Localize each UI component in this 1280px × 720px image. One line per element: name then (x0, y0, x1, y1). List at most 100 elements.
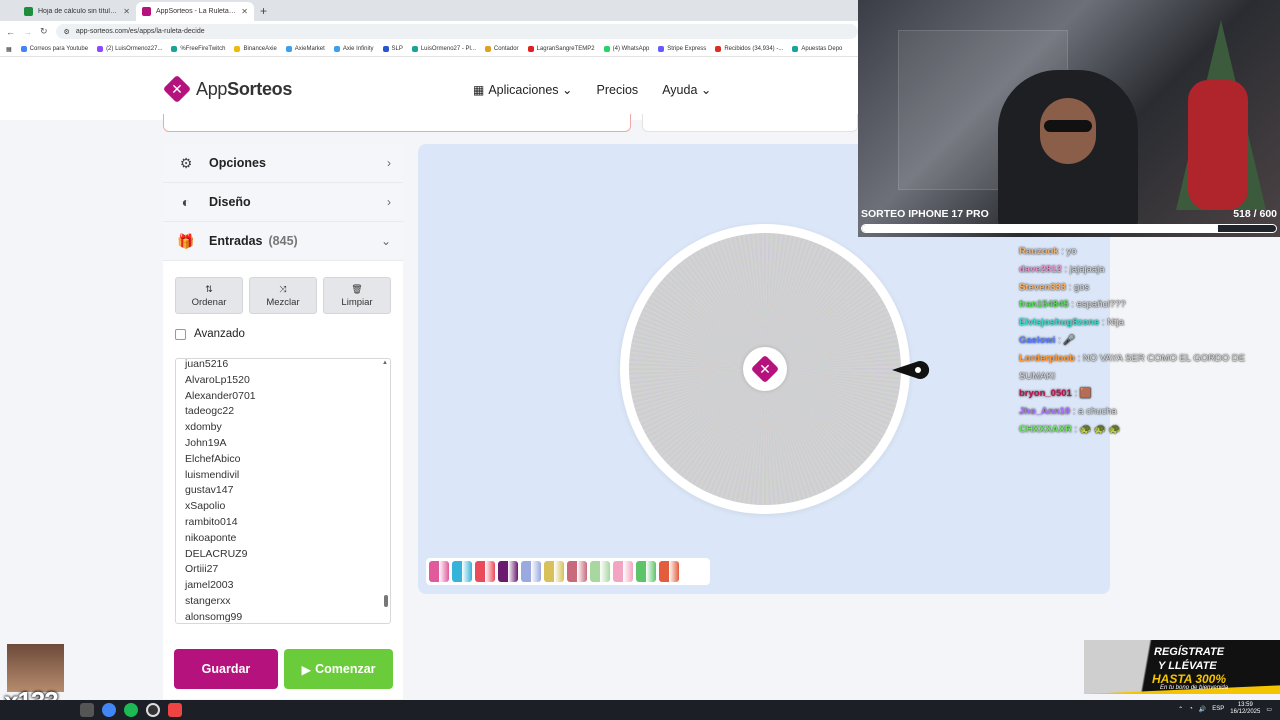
bookmark-item[interactable]: LuisOrmeno27 - Pl... (411, 46, 476, 52)
chat-username: bryon_0501 (1019, 388, 1072, 400)
close-tab-icon[interactable]: ✕ (241, 7, 248, 16)
bookmark-item[interactable]: Axie Infinity (333, 46, 374, 52)
notifications-icon[interactable]: ▭ (1266, 706, 1272, 713)
volume-icon[interactable]: 🔊 (1199, 706, 1206, 713)
forward-icon[interactable]: → (23, 27, 32, 37)
close-tab-icon[interactable]: ✕ (123, 7, 130, 16)
entries-textarea[interactable]: juan5216 AlvaroLp1520 Alexander0701 tadeogc… (175, 358, 391, 624)
sheets-favicon-icon (24, 7, 33, 16)
url-text: app-sorteos.com/es/apps/la-ruleta-decide (75, 28, 205, 35)
entry-item: luismendivil (185, 468, 240, 481)
nav-aplicaciones[interactable]: ▦ Aplicaciones ⌄ (473, 82, 573, 97)
palette-swatch[interactable] (636, 561, 656, 582)
browser-tab-appsorteos[interactable]: AppSorteos - La Ruleta de la Suerte ✕ (136, 2, 254, 21)
app-icon[interactable] (168, 703, 182, 717)
apps-grid-icon[interactable]: ▦ (6, 46, 12, 53)
palette-swatch[interactable] (613, 561, 633, 582)
entries-toolbar: ⇅ Ordenar ⤨ Mezclar 🗑 Limpiar (175, 277, 391, 314)
palette-swatch[interactable] (567, 561, 587, 582)
nav-ayuda[interactable]: Ayuda ⌄ (662, 82, 711, 97)
appsorteos-logo[interactable]: ✕ AppSorteos (162, 74, 292, 104)
bookmark-item[interactable]: (4) WhatsApp (603, 46, 649, 52)
palette-swatch[interactable] (475, 561, 495, 582)
taskbar: ⌃ ◔ 🔊 ESP 13:59 16/12/2025 ▭ (0, 700, 1280, 720)
palette-swatch[interactable] (590, 561, 610, 582)
obs-icon[interactable] (146, 703, 160, 717)
limpiar-button[interactable]: 🗑 Limpiar (323, 277, 391, 314)
entry-item: John19A (185, 436, 227, 449)
language-indicator[interactable]: ESP (1212, 706, 1224, 712)
appsorteos-favicon-icon (142, 7, 151, 16)
site-info-icon[interactable]: ⚙ (64, 28, 70, 36)
avanzado-toggle[interactable]: Avanzado (175, 328, 245, 340)
section-diseno[interactable]: ◐ Diseño › (163, 183, 403, 222)
chat-message: Lorderploob : NO VAYA SER COMO EL GORDO … (1019, 352, 1246, 382)
entry-item: nikoaponte (185, 531, 237, 544)
chat-message: fran154845 : español??? (1019, 299, 1126, 311)
files-icon[interactable] (80, 703, 94, 717)
back-icon[interactable]: ← (6, 27, 15, 37)
bookmark-item[interactable]: (2) LuisOrmenoz27... (97, 46, 162, 52)
tray-arrow-icon[interactable]: ⌃ (1178, 706, 1183, 713)
new-tab-icon[interactable]: + (260, 4, 267, 18)
bookmark-item[interactable]: LagranSangreTEMP2 (527, 46, 595, 52)
top-card-right (642, 114, 858, 132)
section-entradas[interactable]: 🎁 Entradas (845) ⌄ (163, 222, 403, 261)
chat-username: Rauzook (1019, 246, 1059, 257)
browser-tab-sheets[interactable]: Hoja de cálculo sin título - Hoja ✕ (18, 2, 136, 21)
palette-swatch[interactable] (659, 561, 679, 582)
chat-message: Rauzook : yo (1019, 246, 1077, 257)
entry-item: jamel2003 (185, 579, 234, 592)
chat-message: dave2812 : jajajaaja (1019, 263, 1105, 275)
palette-swatch[interactable] (452, 561, 472, 582)
chat-username: Elvisjoshug8zone (1019, 317, 1100, 329)
ordenar-button[interactable]: ⇅ Ordenar (175, 277, 243, 314)
bookmark-item[interactable]: BinanceAxie (234, 46, 277, 52)
bookmark-item[interactable]: AxieMarket (285, 46, 325, 52)
mezclar-button[interactable]: ⤨ Mezclar (249, 277, 317, 314)
clock[interactable]: 13:59 16/12/2025 (1230, 702, 1260, 716)
bookmark-item[interactable]: SLP (382, 46, 403, 52)
sort-icon: ⇅ (205, 283, 213, 294)
palette-swatch[interactable] (429, 561, 449, 582)
bookmark-item[interactable]: %FreeFireTwitch (171, 46, 225, 52)
chevron-down-icon: ⌄ (380, 234, 391, 248)
bookmark-item[interactable]: Correos para Youtube (20, 46, 88, 52)
section-opciones-label: Opciones (209, 156, 266, 170)
spotify-icon[interactable] (124, 703, 138, 717)
chat-message: Steven333 : gos (1019, 281, 1090, 293)
palette-swatch[interactable] (521, 561, 541, 582)
scroll-up-icon[interactable]: ▲ (382, 360, 388, 366)
palette-swatch[interactable] (498, 561, 518, 582)
bookmark-item[interactable]: Stripe Express (658, 46, 706, 52)
comenzar-button[interactable]: ▶ Comenzar (284, 649, 393, 689)
chat-text: español??? (1076, 299, 1126, 311)
promo-line-3: HASTA 300% (1152, 672, 1227, 686)
bookmark-item[interactable]: Recibidos (34,934) -... (715, 46, 783, 52)
nav-precios[interactable]: Precios (597, 83, 639, 97)
palette-swatch[interactable] (544, 561, 564, 582)
bookmark-item[interactable]: Apuestas Depo (792, 46, 842, 52)
scrollbar-thumb[interactable] (384, 595, 388, 607)
roulette-wheel[interactable]: ✕ (620, 224, 910, 514)
webcam-overlay (858, 0, 1280, 237)
section-entradas-label: Entradas (209, 234, 263, 248)
tab-title: Hoja de cálculo sin título - Hoja (38, 8, 119, 15)
section-opciones[interactable]: ⚙ Opciones › (163, 144, 403, 183)
chat-username: fran154845 (1019, 299, 1069, 311)
bookmark-item[interactable]: Contador (484, 46, 519, 52)
top-card-left (163, 114, 631, 132)
wheel-center-logo-icon[interactable]: ✕ (743, 347, 787, 391)
guardar-button[interactable]: Guardar (174, 649, 278, 689)
wifi-icon[interactable]: ◔ (1189, 706, 1193, 712)
reload-icon[interactable]: ↻ (40, 26, 48, 37)
avanzado-checkbox[interactable] (175, 328, 186, 340)
chat-username: CHXXXAXR (1019, 423, 1072, 435)
entry-item: xSapolio (185, 500, 226, 513)
chrome-icon[interactable] (102, 703, 116, 717)
stream-goal-counter: 518 / 600 (1233, 208, 1277, 220)
stream-goal-label: SORTEO IPHONE 17 PRO 518 / 600 (861, 208, 1277, 220)
wheel-segments[interactable]: ✕ (629, 233, 901, 505)
url-field[interactable]: ⚙ app-sorteos.com/es/apps/la-ruleta-deci… (55, 24, 858, 39)
entries-count: (845) (268, 234, 298, 248)
